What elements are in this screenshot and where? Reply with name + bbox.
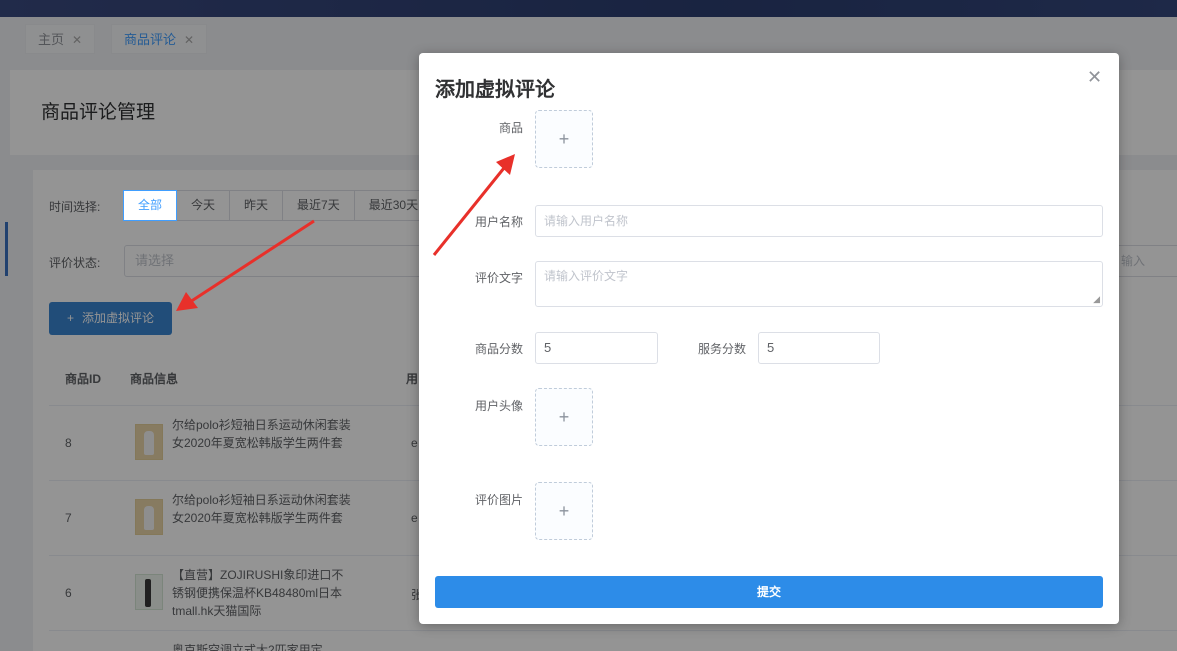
username-label: 用户名称	[474, 215, 523, 229]
avatar-label: 用户头像	[474, 399, 523, 413]
product-score-input[interactable]: 5	[535, 332, 658, 364]
product-upload[interactable]: +	[535, 110, 593, 168]
review-images-upload[interactable]: +	[535, 482, 593, 540]
close-icon[interactable]: ✕	[1087, 67, 1102, 88]
plus-icon: +	[558, 501, 570, 521]
review-images-label: 评价图片	[474, 493, 523, 507]
comment-label: 评价文字	[474, 271, 523, 285]
plus-icon: +	[558, 407, 570, 427]
avatar-upload[interactable]: +	[535, 388, 593, 446]
service-score-input[interactable]: 5	[758, 332, 880, 364]
product-label: 商品	[498, 121, 523, 135]
comment-placeholder: 请输入评价文字	[544, 269, 629, 283]
service-score-label: 服务分数	[697, 342, 746, 356]
username-input[interactable]: 请输入用户名称	[535, 205, 1103, 237]
time-option-all[interactable]: 全部	[123, 190, 178, 221]
resize-handle-icon[interactable]: ◢	[1093, 295, 1100, 304]
comment-textarea[interactable]: 请输入评价文字 ◢	[535, 261, 1103, 307]
plus-icon: +	[558, 129, 570, 149]
dialog-title: 添加虚拟评论	[435, 79, 555, 101]
submit-button[interactable]: 提交	[435, 576, 1103, 608]
product-score-label: 商品分数	[474, 342, 523, 356]
add-review-dialog: 添加虚拟评论 ✕ 商品 + 用户名称 请输入用户名称 评价文字 请输入评价文字 …	[419, 53, 1119, 624]
